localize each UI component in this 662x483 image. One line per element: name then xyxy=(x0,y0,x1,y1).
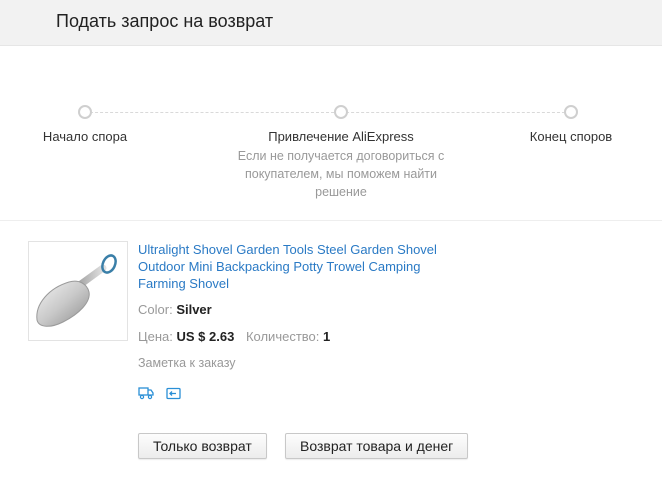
refund-only-button[interactable]: Только возврат xyxy=(138,433,267,459)
dispute-progress: Начало спора Привлечение AliExpress Если… xyxy=(0,45,662,220)
return-card-icon[interactable] xyxy=(166,387,182,405)
step-start-dot xyxy=(78,105,92,119)
color-value: Silver xyxy=(176,302,212,317)
shovel-image xyxy=(36,254,117,327)
return-and-refund-button[interactable]: Возврат товара и денег xyxy=(285,433,469,459)
product-price-row: Цена: US $ 2.63 Количество: 1 xyxy=(138,329,330,344)
section-divider xyxy=(0,220,662,221)
color-label: Color: xyxy=(138,302,173,317)
step-aliexpress-description: Если не получается договориться с покупа… xyxy=(237,149,445,199)
quantity-label: Количество: xyxy=(245,329,320,344)
price-value: US $ 2.63 xyxy=(176,329,235,344)
delivery-truck-icon[interactable] xyxy=(138,386,154,405)
product-thumbnail[interactable] xyxy=(28,241,128,341)
price-label: Цена: xyxy=(138,329,173,344)
order-note: Заметка к заказу xyxy=(138,356,236,370)
step-end-label: Конец споров xyxy=(529,129,613,144)
product-title-link[interactable]: Ultralight Shovel Garden Tools Steel Gar… xyxy=(138,241,458,292)
step-start-label: Начало спора xyxy=(42,129,128,144)
order-icons xyxy=(138,386,189,405)
product-color-row: Color: Silver xyxy=(138,302,212,317)
page-header: Подать запрос на возврат xyxy=(0,0,662,46)
step-aliexpress-label: Привлечение AliExpress xyxy=(268,129,414,144)
step-aliexpress-dot xyxy=(334,105,348,119)
step-end-dot xyxy=(564,105,578,119)
page-title: Подать запрос на возврат xyxy=(56,11,274,31)
progress-track xyxy=(85,112,570,113)
quantity-value: 1 xyxy=(323,329,331,344)
